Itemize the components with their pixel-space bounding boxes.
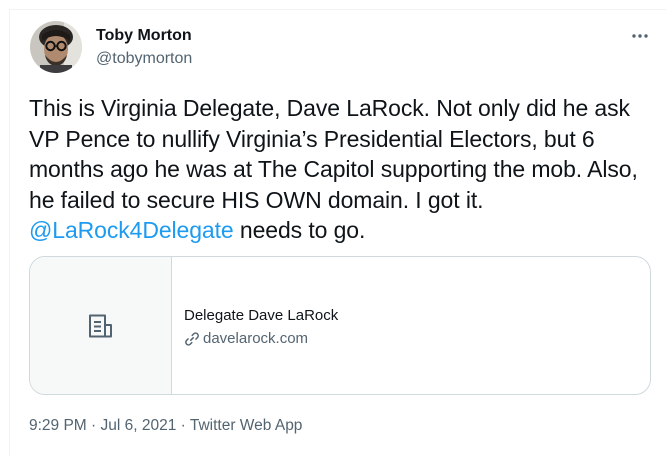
tweet-text-body: This is Virginia Delegate, Dave LaRock. …	[29, 95, 638, 213]
avatar[interactable]	[30, 21, 82, 73]
author-name[interactable]: Toby Morton	[96, 27, 192, 45]
tweet-time[interactable]: 9:29 PM	[29, 417, 87, 434]
tweet-meta: 9:29 PM · Jul 6, 2021 · Twitter Web App	[29, 417, 302, 435]
card-domain: davelarock.com	[203, 330, 309, 347]
tweet-date[interactable]: Jul 6, 2021	[101, 417, 177, 434]
source-app[interactable]: Twitter Web App	[190, 417, 303, 434]
link-icon	[185, 332, 199, 346]
avatar-photo-icon	[30, 21, 82, 73]
card-body: Delegate Dave LaRock davelarock.com	[184, 306, 338, 349]
more-options-button[interactable]	[628, 24, 652, 48]
meta-separator: ·	[176, 417, 190, 434]
card-domain-row: davelarock.com	[184, 329, 338, 349]
tweet-text-tail: needs to go.	[233, 217, 366, 243]
author-handle[interactable]: @tobymorton	[96, 50, 192, 68]
mention-link[interactable]: @LaRock4Delegate	[29, 217, 234, 243]
more-icon	[632, 34, 648, 38]
document-icon	[88, 314, 112, 337]
meta-separator: ·	[86, 417, 101, 434]
tweet-text: This is Virginia Delegate, Dave LaRock. …	[29, 93, 654, 246]
link-card[interactable]: Delegate Dave LaRock davelarock.com	[29, 256, 651, 395]
card-title: Delegate Dave LaRock	[184, 307, 339, 324]
card-thumbnail	[30, 257, 172, 394]
